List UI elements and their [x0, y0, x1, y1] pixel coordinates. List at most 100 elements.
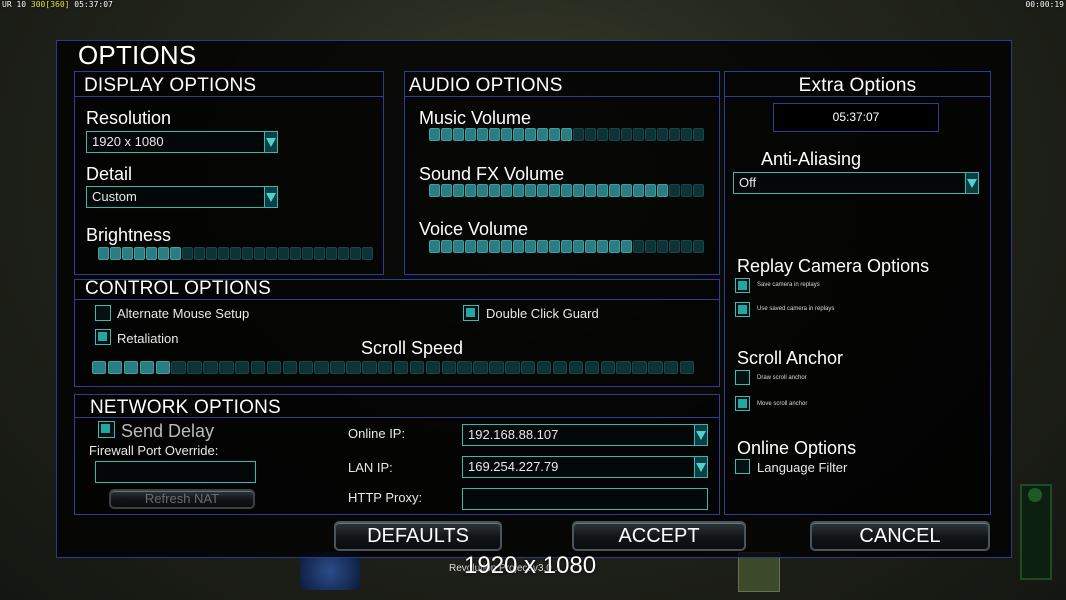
- sfx-volume-slider[interactable]: [429, 184, 704, 197]
- slider-segment[interactable]: [457, 361, 472, 374]
- slider-segment[interactable]: [501, 128, 512, 141]
- slider-segment[interactable]: [429, 128, 440, 141]
- slider-segment[interactable]: [441, 184, 452, 197]
- slider-segment[interactable]: [536, 361, 552, 374]
- slider-segment[interactable]: [425, 361, 441, 374]
- slider-segment[interactable]: [429, 184, 440, 197]
- language-filter-checkbox[interactable]: [735, 459, 750, 474]
- slider-segment[interactable]: [473, 361, 488, 374]
- slider-segment[interactable]: [632, 361, 647, 374]
- slider-segment[interactable]: [549, 240, 560, 253]
- save-camera-checkbox[interactable]: [735, 278, 750, 293]
- slider-segment[interactable]: [219, 361, 234, 374]
- slider-segment[interactable]: [549, 128, 560, 141]
- cancel-button[interactable]: CANCEL: [810, 521, 990, 551]
- slider-segment[interactable]: [465, 128, 476, 141]
- slider-segment[interactable]: [453, 184, 464, 197]
- slider-segment[interactable]: [505, 361, 520, 374]
- slider-segment[interactable]: [552, 361, 568, 374]
- slider-segment[interactable]: [537, 184, 548, 197]
- scroll-speed-slider[interactable]: [92, 361, 695, 374]
- slider-segment[interactable]: [393, 361, 409, 374]
- slider-segment[interactable]: [98, 247, 109, 260]
- slider-segment[interactable]: [489, 240, 500, 253]
- slider-segment[interactable]: [657, 240, 668, 253]
- chevron-down-icon[interactable]: [264, 187, 277, 207]
- music-volume-slider[interactable]: [429, 128, 704, 141]
- slider-segment[interactable]: [453, 128, 464, 141]
- slider-segment[interactable]: [477, 240, 488, 253]
- slider-segment[interactable]: [561, 184, 572, 197]
- slider-segment[interactable]: [441, 128, 452, 141]
- slider-segment[interactable]: [657, 128, 668, 141]
- slider-segment[interactable]: [346, 361, 361, 374]
- slider-segment[interactable]: [621, 128, 632, 141]
- slider-segment[interactable]: [525, 184, 536, 197]
- slider-segment[interactable]: [187, 361, 202, 374]
- slider-segment[interactable]: [155, 361, 170, 374]
- firewall-port-input[interactable]: [95, 461, 256, 483]
- slider-segment[interactable]: [477, 128, 488, 141]
- slider-segment[interactable]: [326, 247, 337, 260]
- slider-segment[interactable]: [573, 184, 584, 197]
- slider-segment[interactable]: [597, 184, 608, 197]
- online-ip-dropdown[interactable]: 192.168.88.107: [462, 424, 708, 446]
- slider-segment[interactable]: [645, 240, 656, 253]
- slider-segment[interactable]: [561, 128, 572, 141]
- slider-segment[interactable]: [146, 247, 157, 260]
- slider-segment[interactable]: [314, 361, 329, 374]
- slider-segment[interactable]: [170, 247, 181, 260]
- detail-dropdown[interactable]: Custom: [86, 186, 278, 208]
- slider-segment[interactable]: [362, 247, 373, 260]
- slider-segment[interactable]: [568, 361, 584, 374]
- slider-segment[interactable]: [561, 240, 572, 253]
- slider-segment[interactable]: [158, 247, 169, 260]
- slider-segment[interactable]: [465, 240, 476, 253]
- slider-segment[interactable]: [230, 247, 241, 260]
- refresh-nat-button[interactable]: Refresh NAT: [109, 489, 255, 509]
- slider-segment[interactable]: [338, 247, 349, 260]
- slider-segment[interactable]: [573, 128, 584, 141]
- slider-segment[interactable]: [681, 240, 692, 253]
- chevron-down-icon[interactable]: [965, 173, 978, 193]
- use-saved-camera-checkbox[interactable]: [735, 302, 750, 317]
- slider-segment[interactable]: [302, 247, 313, 260]
- slider-segment[interactable]: [110, 247, 121, 260]
- alt-mouse-checkbox[interactable]: [95, 305, 111, 321]
- send-delay-checkbox[interactable]: [98, 421, 115, 438]
- retaliation-checkbox[interactable]: [95, 329, 111, 345]
- slider-segment[interactable]: [378, 361, 393, 374]
- slider-segment[interactable]: [669, 184, 680, 197]
- slider-segment[interactable]: [585, 184, 596, 197]
- slider-segment[interactable]: [585, 240, 596, 253]
- double-click-guard-checkbox[interactable]: [463, 305, 479, 321]
- slider-segment[interactable]: [465, 184, 476, 197]
- lan-ip-dropdown[interactable]: 169.254.227.79: [462, 456, 708, 478]
- slider-segment[interactable]: [171, 361, 186, 374]
- slider-segment[interactable]: [648, 361, 663, 374]
- draw-anchor-checkbox[interactable]: [735, 370, 750, 385]
- move-anchor-checkbox[interactable]: [735, 396, 750, 411]
- slider-segment[interactable]: [298, 361, 313, 374]
- slider-segment[interactable]: [693, 184, 704, 197]
- slider-segment[interactable]: [107, 361, 123, 374]
- slider-segment[interactable]: [501, 240, 512, 253]
- slider-segment[interactable]: [521, 361, 536, 374]
- slider-segment[interactable]: [645, 184, 656, 197]
- slider-segment[interactable]: [537, 128, 548, 141]
- slider-segment[interactable]: [645, 128, 656, 141]
- anti-aliasing-dropdown[interactable]: Off: [733, 172, 979, 194]
- accept-button[interactable]: ACCEPT: [572, 521, 746, 551]
- slider-segment[interactable]: [123, 361, 139, 374]
- slider-segment[interactable]: [134, 247, 145, 260]
- slider-segment[interactable]: [525, 128, 536, 141]
- slider-segment[interactable]: [609, 240, 620, 253]
- slider-segment[interactable]: [206, 247, 217, 260]
- slider-segment[interactable]: [609, 184, 620, 197]
- chevron-down-icon[interactable]: [694, 457, 707, 477]
- brightness-slider[interactable]: [98, 247, 373, 260]
- slider-segment[interactable]: [139, 361, 155, 374]
- slider-segment[interactable]: [254, 247, 265, 260]
- slider-segment[interactable]: [513, 128, 524, 141]
- slider-segment[interactable]: [203, 361, 218, 374]
